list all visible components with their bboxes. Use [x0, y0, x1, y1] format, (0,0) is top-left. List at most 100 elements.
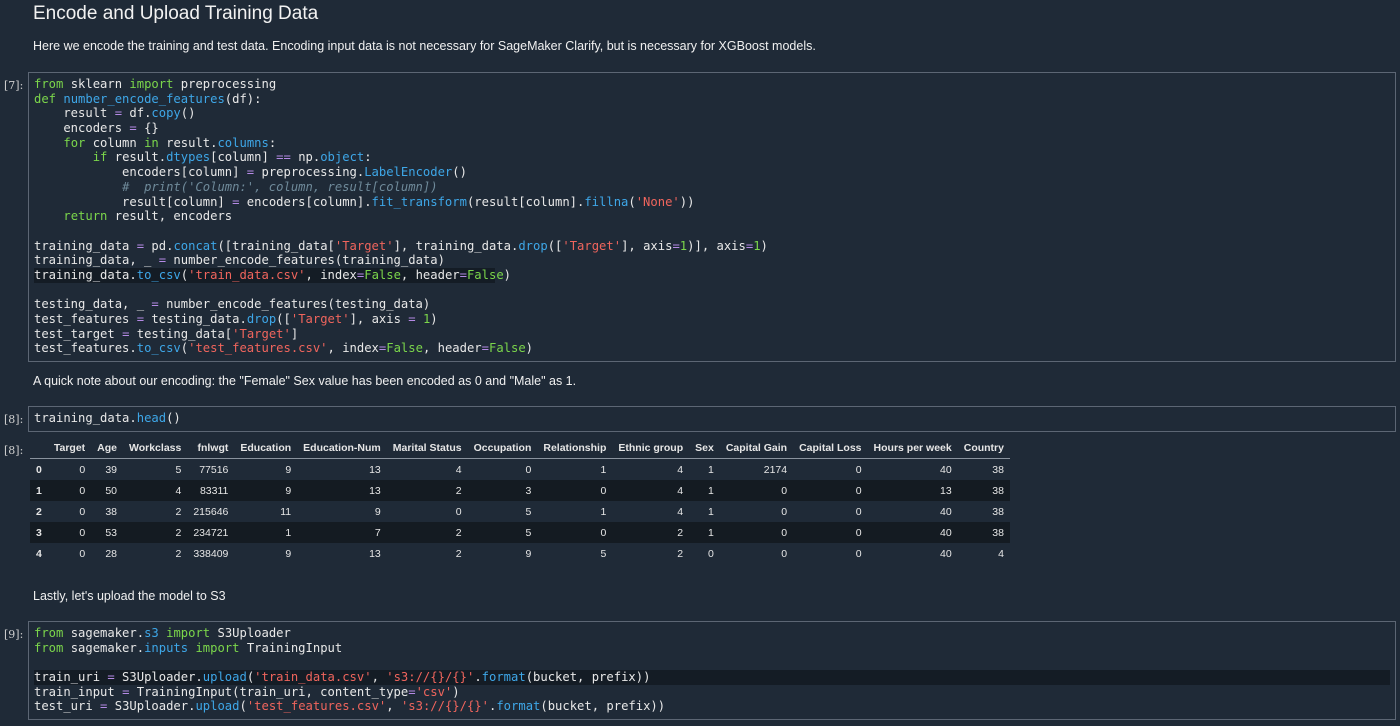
table-cell: 1 — [707, 463, 714, 476]
table-cell: 13 — [297, 480, 387, 501]
table-cell: 13 — [867, 480, 958, 501]
table-cell: 13 — [369, 463, 381, 476]
table-cell: 4 — [677, 463, 684, 476]
table-cell: 1 — [600, 505, 607, 518]
code-editor[interactable]: from sklearn import preprocessing def num… — [29, 73, 1395, 360]
cell-7-prompt: [7]: — [4, 79, 24, 92]
code-cell-8[interactable]: training_data.head() — [28, 406, 1396, 432]
table-cell: 2 — [386, 522, 468, 543]
table-cell: 0 — [537, 480, 613, 501]
column-header: Occupation — [467, 438, 538, 459]
table-cell: 11 — [280, 505, 292, 518]
table-cell: 9 — [285, 463, 292, 476]
table-cell: 9 — [525, 547, 532, 560]
table-cell: 0 — [707, 547, 714, 560]
table-cell: 1 — [689, 480, 720, 501]
table-cell: 234721 — [187, 522, 235, 543]
table-row: 0 0 39 5 77516 9 13 4 0 1 4 1 2174 0 40 38 — [30, 459, 1010, 481]
table-cell: 5 — [467, 522, 538, 543]
table-cell: 2 — [386, 480, 468, 501]
table-cell: 2174 — [763, 463, 788, 476]
table-cell: 40 — [940, 547, 952, 560]
table-cell: 0 — [781, 547, 788, 560]
table-cell: 1 — [689, 522, 720, 543]
table-cell: 0 — [855, 463, 862, 476]
column-header: Hours per week — [867, 438, 958, 459]
row-index: 4 — [36, 547, 42, 560]
table-cell: 0 — [525, 463, 532, 476]
table-cell: 9 — [374, 505, 381, 518]
table-cell: 2 — [677, 547, 684, 560]
cell-9-prompt: [9]: — [4, 628, 24, 641]
table-cell: 0 — [79, 547, 86, 560]
table-row: 2 0 38 2 215646 11 9 0 5 1 4 1 0 0 40 38 — [30, 501, 1010, 522]
table-cell: 4 — [612, 480, 690, 501]
table-row: 1 0 50 4 83311 9 13 2 3 0 4 1 0 0 13 38 — [30, 480, 1010, 501]
table-cell: 28 — [105, 547, 117, 560]
table-row: 4 0 28 2 338409 9 13 2 9 5 2 0 0 0 40 4 — [30, 543, 1010, 564]
table-cell: 40 — [940, 505, 952, 518]
code-editor[interactable]: training_data.head() — [29, 407, 1395, 430]
table-cell: 83311 — [187, 480, 235, 501]
table-cell: 4 — [998, 547, 1004, 560]
code-cell-7[interactable]: from sklearn import preprocessing def num… — [28, 72, 1396, 362]
table-cell: 0 — [793, 480, 868, 501]
column-header — [30, 438, 48, 459]
table-cell: 0 — [47, 522, 92, 543]
column-header: Age — [91, 438, 123, 459]
table-cell: 38 — [992, 463, 1004, 476]
table-cell: 0 — [537, 522, 613, 543]
table-cell: 1 — [600, 463, 607, 476]
column-header: Workclass — [123, 438, 188, 459]
row-index: 2 — [36, 505, 42, 518]
column-header: Capital Gain — [719, 438, 794, 459]
table-row: 3 0 53 2 234721 1 7 2 5 0 2 1 0 0 40 38 — [30, 522, 1010, 543]
table-cell: 0 — [455, 505, 462, 518]
column-header: Sex — [689, 438, 720, 459]
table-header-row: Target Age Workclass fnlwgt Education Ed… — [30, 438, 1010, 459]
table-cell: 38 — [105, 505, 117, 518]
code-editor[interactable]: from sagemaker.s3 import S3Uploader from … — [29, 622, 1395, 718]
table-cell: 50 — [91, 480, 123, 501]
table-cell: 3 — [467, 480, 538, 501]
column-header: Marital Status — [386, 438, 468, 459]
table-cell: 5 — [600, 547, 607, 560]
cell-8-prompt: [8]: — [4, 413, 24, 426]
dataframe-output: Target Age Workclass fnlwgt Education Ed… — [30, 438, 1010, 564]
table-cell: 2 — [455, 547, 462, 560]
table-cell: 1 — [707, 505, 714, 518]
code-cell-9[interactable]: from sagemaker.s3 import S3Uploader from … — [28, 621, 1396, 720]
column-header: Country — [957, 438, 1010, 459]
table-cell: 1 — [234, 522, 298, 543]
table-cell: 38 — [992, 505, 1004, 518]
table-cell: 13 — [369, 547, 381, 560]
table-cell: 215646 — [193, 505, 229, 518]
table-cell: 4 — [677, 505, 684, 518]
table-cell: 38 — [957, 522, 1010, 543]
table-cell: 9 — [234, 480, 298, 501]
table-cell: 0 — [719, 480, 794, 501]
column-header: Ethnic group — [612, 438, 690, 459]
row-index: 3 — [30, 522, 48, 543]
table-cell: 7 — [297, 522, 387, 543]
table-cell: 2 — [175, 547, 182, 560]
table-cell: 2 — [612, 522, 690, 543]
table-cell: 4 — [123, 480, 188, 501]
intro-text: Here we encode the training and test dat… — [33, 39, 816, 53]
column-header: Education-Num — [297, 438, 387, 459]
table-cell: 39 — [105, 463, 117, 476]
section-heading: Encode and Upload Training Data — [33, 3, 319, 24]
table-cell: 2 — [175, 505, 182, 518]
row-index: 1 — [30, 480, 48, 501]
table-cell: 40 — [867, 522, 958, 543]
table-cell: 5 — [175, 463, 182, 476]
column-header: Target — [47, 438, 92, 459]
upload-note: Lastly, let's upload the model to S3 — [33, 589, 226, 603]
table-cell: 2 — [123, 522, 188, 543]
encoding-note: A quick note about our encoding: the "Fe… — [33, 374, 577, 388]
column-header: Education — [234, 438, 298, 459]
table-cell: 53 — [91, 522, 123, 543]
table-cell: 77516 — [199, 463, 229, 476]
table-cell: 338409 — [193, 547, 229, 560]
table-cell: 0 — [47, 480, 92, 501]
